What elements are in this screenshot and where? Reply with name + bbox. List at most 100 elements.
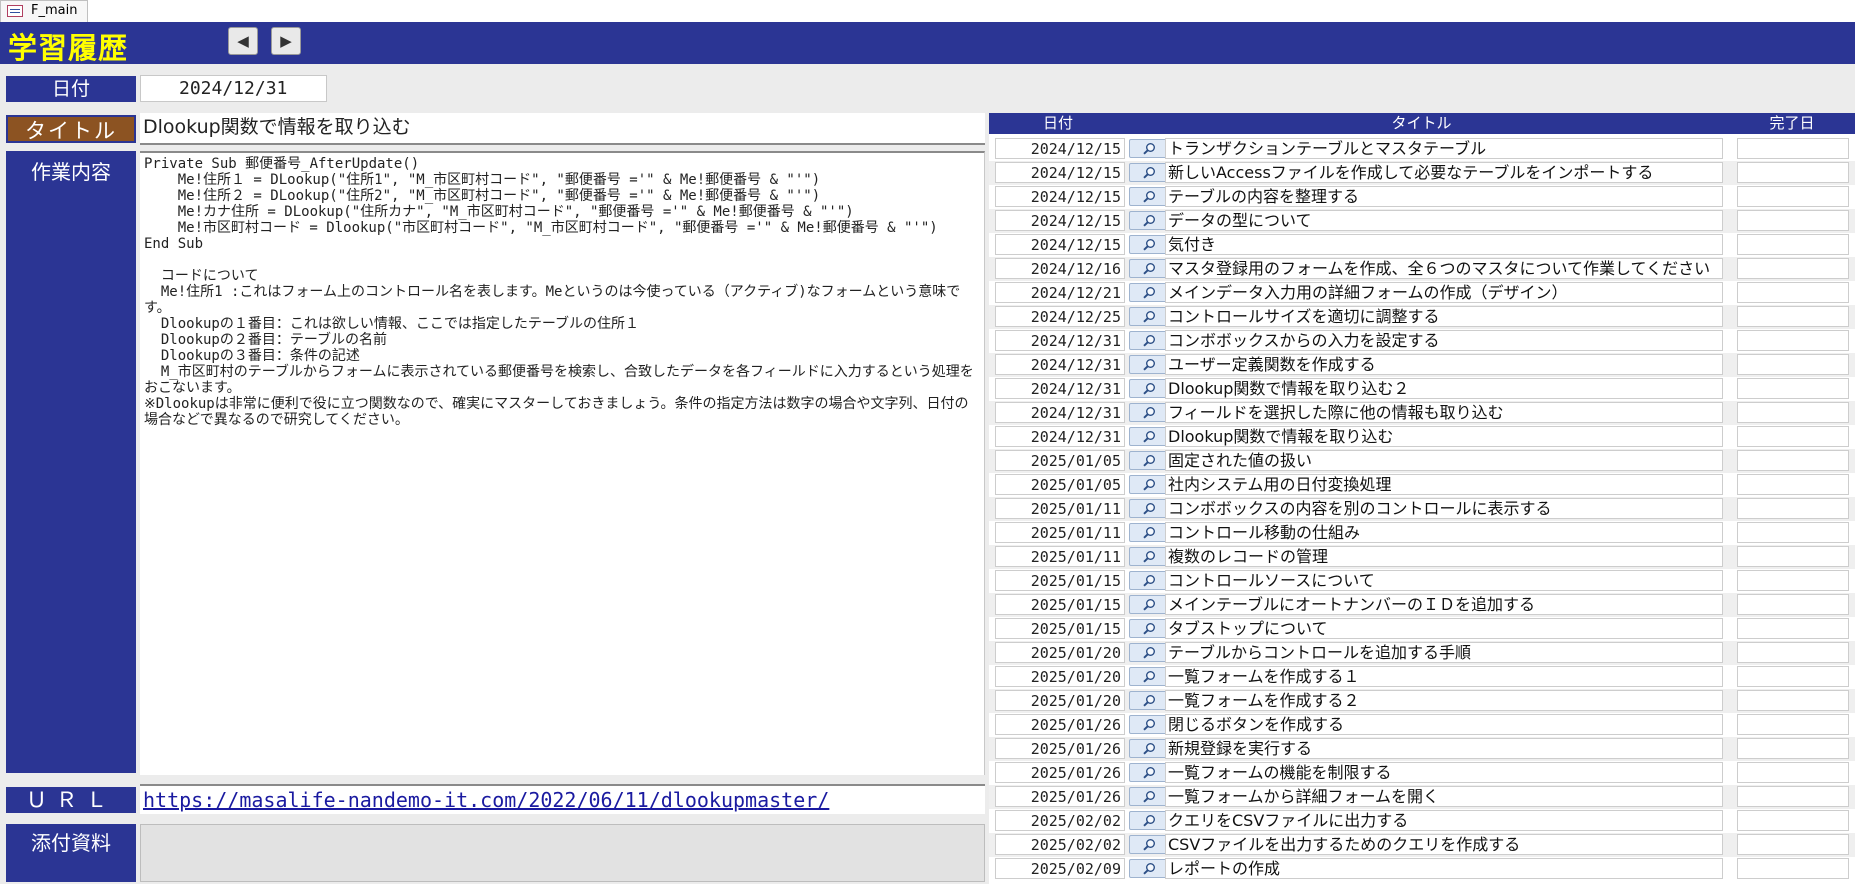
open-record-button[interactable] (1129, 811, 1167, 830)
row-date-field[interactable]: 2025/01/11 (995, 522, 1125, 543)
row-title-field[interactable]: コンボボックスの内容を別のコントロールに表示する (1165, 498, 1723, 519)
row-title-field[interactable]: 気付き (1165, 234, 1723, 255)
next-record-button[interactable]: ▶ (271, 27, 301, 55)
work-content-field[interactable]: Private Sub 郵便番号_AfterUpdate() Me!住所１ = … (140, 151, 985, 775)
row-date-field[interactable]: 2025/01/20 (995, 642, 1125, 663)
document-tab[interactable]: F_main (0, 0, 88, 22)
url-link[interactable]: https://masalife-nandemo-it.com/2022/06/… (140, 784, 985, 814)
open-record-button[interactable] (1129, 835, 1167, 854)
row-title-field[interactable]: 一覧フォームを作成する１ (1165, 666, 1723, 687)
open-record-button[interactable] (1129, 211, 1167, 230)
row-date-field[interactable]: 2024/12/25 (995, 306, 1125, 327)
open-record-button[interactable] (1129, 475, 1167, 494)
row-done-field[interactable] (1737, 642, 1849, 663)
row-title-field[interactable]: Dlookup関数で情報を取り込む (1165, 426, 1723, 447)
row-date-field[interactable]: 2024/12/15 (995, 138, 1125, 159)
row-date-field[interactable]: 2024/12/15 (995, 186, 1125, 207)
row-done-field[interactable] (1737, 810, 1849, 831)
row-done-field[interactable] (1737, 498, 1849, 519)
open-record-button[interactable] (1129, 691, 1167, 710)
open-record-button[interactable] (1129, 187, 1167, 206)
open-record-button[interactable] (1129, 379, 1167, 398)
open-record-button[interactable] (1129, 859, 1167, 878)
row-done-field[interactable] (1737, 330, 1849, 351)
row-title-field[interactable]: クエリをCSVファイルに出力する (1165, 810, 1723, 831)
row-title-field[interactable]: 一覧フォームの機能を制限する (1165, 762, 1723, 783)
row-date-field[interactable]: 2024/12/15 (995, 210, 1125, 231)
row-done-field[interactable] (1737, 618, 1849, 639)
row-done-field[interactable] (1737, 738, 1849, 759)
open-record-button[interactable] (1129, 451, 1167, 470)
open-record-button[interactable] (1129, 235, 1167, 254)
open-record-button[interactable] (1129, 643, 1167, 662)
open-record-button[interactable] (1129, 499, 1167, 518)
row-title-field[interactable]: Dlookup関数で情報を取り込む２ (1165, 378, 1723, 399)
open-record-button[interactable] (1129, 523, 1167, 542)
row-done-field[interactable] (1737, 546, 1849, 567)
row-date-field[interactable]: 2025/01/26 (995, 714, 1125, 735)
row-date-field[interactable]: 2025/01/11 (995, 546, 1125, 567)
row-title-field[interactable]: 新規登録を実行する (1165, 738, 1723, 759)
row-done-field[interactable] (1737, 858, 1849, 879)
row-title-field[interactable]: マスタ登録用のフォームを作成、全６つのマスタについて作業してください (1165, 258, 1723, 279)
row-done-field[interactable] (1737, 666, 1849, 687)
open-record-button[interactable] (1129, 403, 1167, 422)
row-title-field[interactable]: 複数のレコードの管理 (1165, 546, 1723, 567)
row-title-field[interactable]: タブストップについて (1165, 618, 1723, 639)
row-done-field[interactable] (1737, 282, 1849, 303)
row-title-field[interactable]: レポートの作成 (1165, 858, 1723, 879)
row-done-field[interactable] (1737, 834, 1849, 855)
row-done-field[interactable] (1737, 474, 1849, 495)
row-done-field[interactable] (1737, 258, 1849, 279)
row-done-field[interactable] (1737, 378, 1849, 399)
row-done-field[interactable] (1737, 306, 1849, 327)
row-title-field[interactable]: 新しいAccessファイルを作成して必要なテーブルをインポートする (1165, 162, 1723, 183)
open-record-button[interactable] (1129, 715, 1167, 734)
row-title-field[interactable]: テーブルからコントロールを追加する手順 (1165, 642, 1723, 663)
open-record-button[interactable] (1129, 595, 1167, 614)
open-record-button[interactable] (1129, 787, 1167, 806)
row-date-field[interactable]: 2025/01/26 (995, 786, 1125, 807)
open-record-button[interactable] (1129, 619, 1167, 638)
row-date-field[interactable]: 2025/01/15 (995, 594, 1125, 615)
row-done-field[interactable] (1737, 690, 1849, 711)
date-field[interactable]: 2024/12/31 (140, 75, 327, 102)
open-record-button[interactable] (1129, 427, 1167, 446)
row-date-field[interactable]: 2024/12/31 (995, 330, 1125, 351)
row-title-field[interactable]: 社内システム用の日付変換処理 (1165, 474, 1723, 495)
row-title-field[interactable]: 一覧フォームを作成する２ (1165, 690, 1723, 711)
row-date-field[interactable]: 2024/12/31 (995, 378, 1125, 399)
row-done-field[interactable] (1737, 426, 1849, 447)
row-date-field[interactable]: 2025/01/05 (995, 450, 1125, 471)
row-title-field[interactable]: テーブルの内容を整理する (1165, 186, 1723, 207)
previous-record-button[interactable]: ◀ (228, 27, 258, 55)
row-title-field[interactable]: メインデータ入力用の詳細フォームの作成（デザイン） (1165, 282, 1723, 303)
row-done-field[interactable] (1737, 234, 1849, 255)
row-title-field[interactable]: メインテーブルにオートナンバーのＩＤを追加する (1165, 594, 1723, 615)
row-date-field[interactable]: 2024/12/31 (995, 354, 1125, 375)
row-done-field[interactable] (1737, 402, 1849, 423)
row-title-field[interactable]: トランザクションテーブルとマスタテーブル (1165, 138, 1723, 159)
row-title-field[interactable]: フィールドを選択した際に他の情報も取り込む (1165, 402, 1723, 423)
row-title-field[interactable]: 固定された値の扱い (1165, 450, 1723, 471)
row-done-field[interactable] (1737, 138, 1849, 159)
open-record-button[interactable] (1129, 667, 1167, 686)
title-field[interactable]: Dlookup関数で情報を取り込む (140, 113, 985, 145)
row-date-field[interactable]: 2024/12/16 (995, 258, 1125, 279)
row-date-field[interactable]: 2024/12/21 (995, 282, 1125, 303)
row-title-field[interactable]: コントロールサイズを適切に調整する (1165, 306, 1723, 327)
row-date-field[interactable]: 2025/02/02 (995, 834, 1125, 855)
open-record-button[interactable] (1129, 355, 1167, 374)
row-date-field[interactable]: 2025/01/15 (995, 618, 1125, 639)
open-record-button[interactable] (1129, 571, 1167, 590)
attachments-field[interactable] (140, 824, 985, 882)
row-title-field[interactable]: コントロールソースについて (1165, 570, 1723, 591)
row-done-field[interactable] (1737, 570, 1849, 591)
row-date-field[interactable]: 2025/02/02 (995, 810, 1125, 831)
row-done-field[interactable] (1737, 786, 1849, 807)
row-date-field[interactable]: 2024/12/31 (995, 426, 1125, 447)
row-title-field[interactable]: 閉じるボタンを作成する (1165, 714, 1723, 735)
row-done-field[interactable] (1737, 186, 1849, 207)
row-title-field[interactable]: データの型について (1165, 210, 1723, 231)
row-date-field[interactable]: 2024/12/15 (995, 234, 1125, 255)
